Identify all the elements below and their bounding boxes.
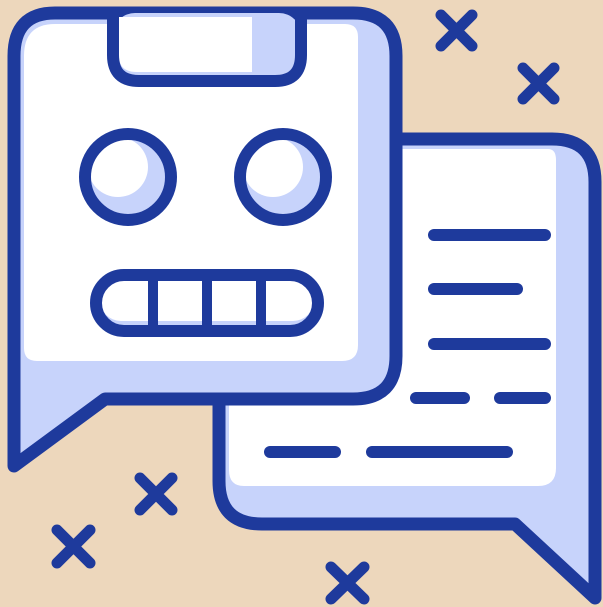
robot-face-icon [7,6,403,473]
robot-mouth [90,269,324,337]
robot-left-eye [79,128,177,226]
robot-right-eye [234,128,332,226]
chatbot-conversation-icon [0,0,603,607]
robot-antenna-slot-highlight [119,17,252,72]
